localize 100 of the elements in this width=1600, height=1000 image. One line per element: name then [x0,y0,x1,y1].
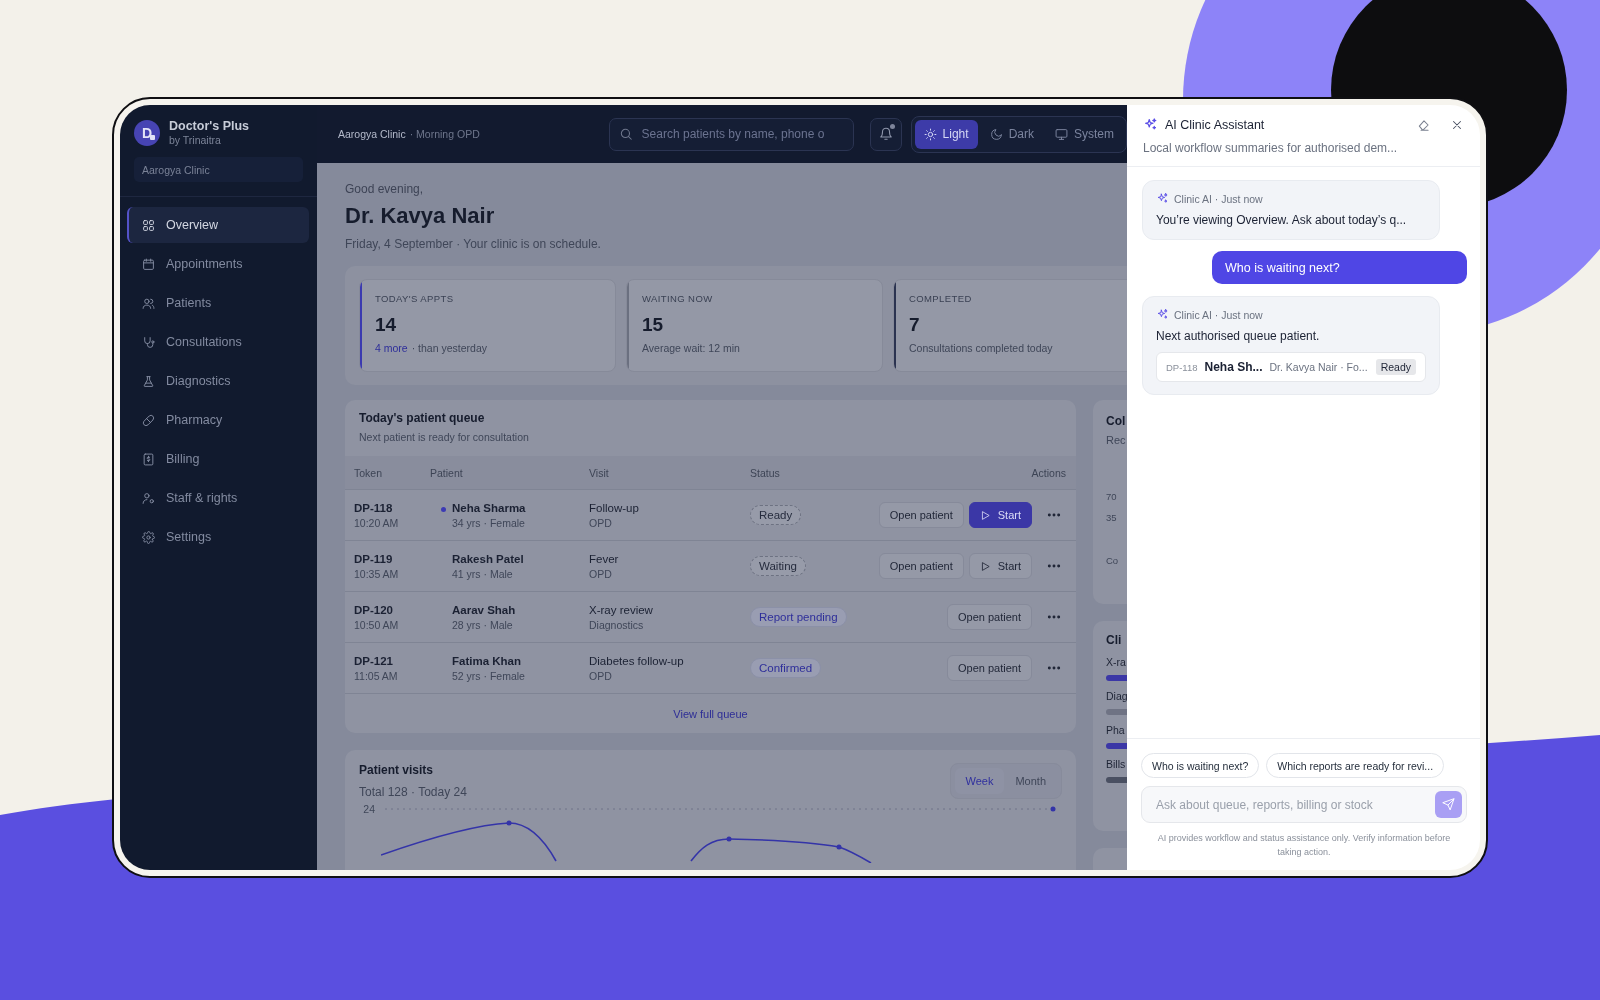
stat-label: COMPLETED [909,293,973,304]
patient-name: Neha Sharma [452,501,527,514]
patient-details: 28 yrs · Male [452,618,514,631]
stat-note: · than yesterday [411,342,487,354]
axis-label: 24 [362,803,375,815]
stat-value: 15 [642,314,665,336]
range-option[interactable]: Month [1004,768,1057,794]
patient-card[interactable]: DP-118 Neha Sh... Dr. Kavya Nair · Fo... Ready [1156,352,1426,382]
patient-name: Aarav Shah [452,603,517,616]
stat-value: 7 [909,314,921,336]
appointment-time: 10:35 AM [354,567,400,580]
visit-type: Follow-up [589,501,640,514]
department: Diagnostics [589,618,645,631]
sidebar-item[interactable]: Billing [127,441,309,477]
pill-icon [142,413,155,427]
appointment-time: 10:20 AM [354,516,400,529]
action-button[interactable]: Open patient [947,604,1032,630]
sidebar-item[interactable]: Consultations [127,324,309,360]
appointment-time: 10:50 AM [354,618,400,631]
visit-type: X-ray review [589,603,654,616]
column-header: Visit [589,466,610,479]
theme-option[interactable]: Dark [980,119,1043,149]
card-title: Patient visits [359,763,435,777]
patient-details: Dr. Kavya Nair · Fo... [1269,361,1369,373]
message-box[interactable]: Ask about queue, reports, billing or stock [1141,786,1467,824]
calendar-icon [142,257,155,271]
theme-option[interactable]: System [1046,119,1123,149]
notification-button[interactable] [869,117,902,151]
session-name: · Morning OPD [409,128,480,140]
range-option[interactable]: Week [954,768,1005,794]
send-icon [1442,798,1455,812]
start-button[interactable]: Start [968,502,1032,528]
patient-name: Neha Sh... [1204,360,1263,374]
appointment-time: 11:05 AM [354,669,399,682]
visit-type: Diabetes follow-up [589,654,685,667]
axis-label: 70 [1106,491,1118,502]
column-header: Token [354,466,384,479]
monitor-icon [1055,127,1068,141]
flask-icon [142,374,155,388]
patient-details: 52 yrs · Female [452,669,526,682]
action-button[interactable]: Open patient [878,553,964,579]
patient-details: 41 yrs · Male [452,567,514,580]
action-button[interactable]: Start [968,553,1032,579]
clinic-name: Aarogya Clinic [338,128,406,140]
sidebar-item[interactable]: Overview [127,207,309,243]
sidebar-item[interactable]: Appointments [127,246,309,282]
eraser-icon[interactable] [1417,117,1431,132]
status-badge: Report pending [750,607,847,627]
sidebar-item[interactable]: Pharmacy [127,402,309,438]
message-meta: Clinic AI · Just now [1174,192,1263,205]
sparkle-icon [1156,308,1169,321]
bar-label: Diag [1106,690,1127,702]
action-button[interactable]: Open patient [947,655,1032,681]
bar-label: Bills [1106,758,1127,770]
panel-subtitle: Local workflow summaries for authorised dem... [1143,141,1399,155]
column-header: Status [750,466,781,479]
greeting: Good evening, [345,182,425,196]
sidebar-item[interactable]: Staff & rights [127,480,309,516]
suggestion-chip[interactable]: Who is waiting next? [1141,753,1260,779]
clinic-selector[interactable]: Aarogya Clinic [134,157,303,182]
person-icon [142,491,155,505]
date-line: Friday, 4 September · Your clinic is on schedule. [345,237,602,251]
chart-caption: Co [1106,555,1120,566]
status-badge: Confirmed [750,658,822,678]
view-queue-link[interactable]: View full queue [673,707,748,720]
sun-icon [923,127,937,141]
card-title: Today's patient queue [359,411,486,425]
stat-value: 14 [375,314,398,336]
sidebar-item[interactable]: Settings [127,519,309,555]
bar-label: Pha [1106,724,1126,736]
stat-note: Average wait: 12 min [642,342,740,354]
stat-label: TODAY'S APPTS [375,293,455,304]
search-box[interactable]: Search patients by name, phone o [608,117,854,151]
app-name: Doctor's Plus [169,119,250,133]
theme-option[interactable]: Light [914,119,978,149]
settings-icon [142,530,155,544]
doctor-name: Dr. Kavya Nair [345,203,496,229]
user-message: Who is waiting next? [1212,251,1467,284]
disclaimer: AI provides workflow and status assistance only. Verify information before taking action. [1156,832,1452,860]
suggestion-chip[interactable]: Which reports are ready for revi... [1266,753,1445,779]
card-title: Cli [1106,633,1123,647]
department: OPD [589,516,613,529]
stat-link[interactable]: 4 more [375,342,408,354]
stat-note: Consultations completed today [909,342,1053,354]
action-button[interactable]: Open patient [878,502,964,528]
search-field[interactable]: Search patients by name, phone o [639,118,844,150]
play-icon [979,509,991,521]
receipt-icon [142,452,155,466]
stat-label: WAITING NOW [642,293,714,304]
column-header: Actions [1031,466,1066,479]
sidebar-item[interactable]: Diagnostics [127,363,309,399]
people-icon [142,296,155,310]
sparkle-icon [1156,192,1169,205]
token: DP-118 [1166,361,1198,373]
message-field[interactable]: Ask about queue, reports, billing or stock [1154,787,1435,823]
sidebar-item[interactable]: Patients [127,285,309,321]
visit-type: Fever [589,552,620,565]
card-title: Col [1106,414,1127,428]
search-icon [618,127,633,141]
app-logo: D [134,119,160,146]
